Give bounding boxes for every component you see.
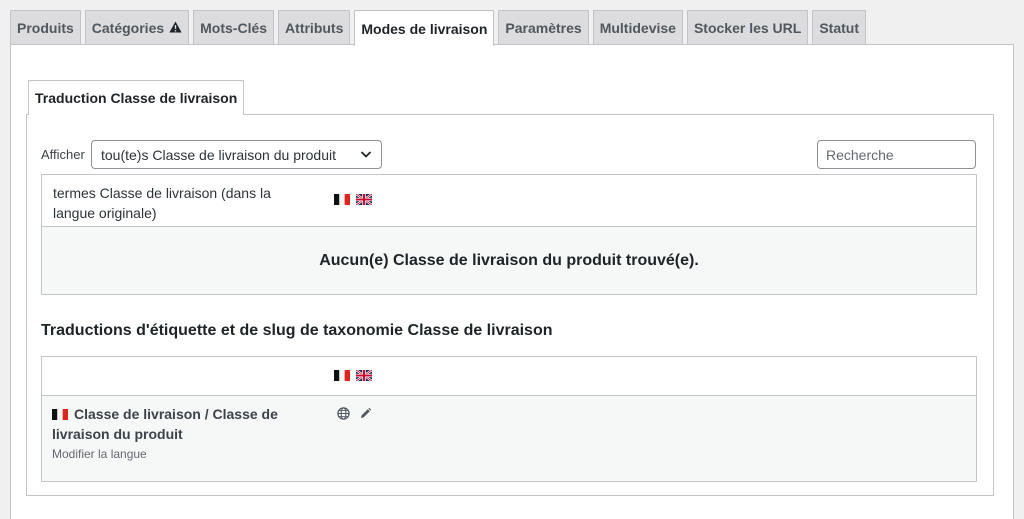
tab-label: Attributs — [285, 20, 344, 36]
flag-uk-icon — [356, 194, 372, 205]
tab-label: Mots-Clés — [200, 20, 268, 36]
subtab-traduction-classe[interactable]: Traduction Classe de livraison — [28, 80, 245, 115]
row-actions — [337, 407, 372, 420]
tab-multidevise[interactable]: Multidevise — [592, 10, 683, 45]
column-header-terms: termes Classe de livraison (dans la lang… — [53, 185, 271, 221]
search-input[interactable] — [817, 140, 976, 169]
tab-label: Statut — [819, 20, 859, 36]
tab-label: Multidevise — [599, 20, 676, 36]
tab-label: Catégories — [91, 20, 165, 36]
globe-icon[interactable] — [337, 407, 350, 420]
table-row: Classe de livraison / Classe de livraiso… — [42, 396, 976, 481]
empty-message: Aucun(e) Classe de livraison du produit … — [319, 251, 699, 269]
tab-mots-cles[interactable]: Mots-Clés — [193, 10, 275, 45]
subtab-label: Traduction Classe de livraison — [35, 90, 238, 106]
flag-fr-icon — [334, 194, 350, 205]
flag-fr-icon — [334, 370, 350, 381]
taxonomy-table: Classe de livraison / Classe de livraiso… — [41, 356, 977, 482]
table-header: termes Classe de livraison (dans la lang… — [42, 175, 976, 227]
tab-label: Produits — [17, 20, 74, 36]
table-header — [42, 357, 976, 396]
tab-parametres[interactable]: Paramètres — [498, 10, 589, 45]
row-title-text: Classe de livraison / Classe de livraiso… — [52, 406, 278, 442]
tab-modes-de-livraison[interactable]: Modes de livraison — [354, 10, 495, 46]
filter-label: Afficher — [41, 147, 85, 162]
flag-uk-icon — [356, 370, 372, 381]
filter-select-value: tou(te)s Classe de livraison du produit — [101, 146, 337, 163]
tab-label: Stocker les URL — [693, 20, 802, 36]
tab-categories[interactable]: Catégories — [84, 10, 190, 45]
language-flags — [334, 370, 372, 381]
tab-label: Paramètres — [505, 20, 582, 36]
nav-tabs: Produits Catégories Mots-Clés Attributs … — [10, 10, 870, 46]
language-flags — [334, 194, 372, 205]
terms-table: termes Classe de livraison (dans la lang… — [41, 174, 977, 295]
modifier-langue-link[interactable]: Modifier la langue — [52, 447, 147, 461]
filter-select[interactable]: tou(te)s Classe de livraison du produit — [91, 140, 382, 169]
tab-statut[interactable]: Statut — [812, 10, 866, 45]
tab-label: Modes de livraison — [361, 20, 488, 37]
tab-attributs[interactable]: Attributs — [278, 10, 351, 45]
pencil-icon[interactable] — [359, 407, 372, 420]
chevron-down-icon — [360, 151, 372, 158]
warning-icon — [169, 21, 182, 33]
empty-row: Aucun(e) Classe de livraison du produit … — [42, 227, 976, 294]
tab-produits[interactable]: Produits — [10, 10, 81, 45]
flag-fr-icon — [52, 409, 68, 420]
tab-stocker-les-url[interactable]: Stocker les URL — [686, 10, 809, 45]
section-title: Traductions d'étiquette et de slug de ta… — [41, 322, 553, 339]
row-title: Classe de livraison / Classe de livraiso… — [52, 404, 312, 444]
